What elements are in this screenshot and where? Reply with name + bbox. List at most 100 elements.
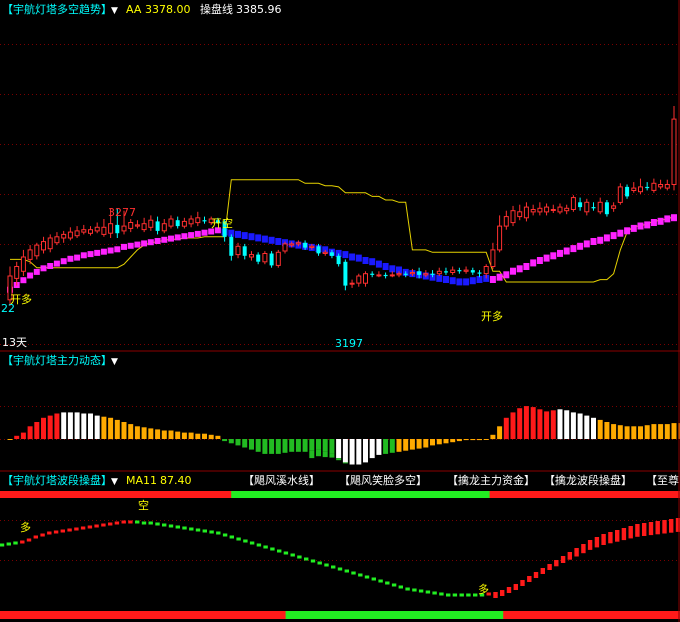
top-status-segment	[312, 491, 321, 498]
magenta-step	[74, 254, 81, 261]
days-label: 13天	[2, 336, 27, 349]
magenta-step	[188, 232, 195, 239]
force-bar	[664, 424, 670, 439]
top-status-segment	[455, 491, 463, 498]
bottom-status-segment	[244, 611, 253, 619]
candle-body	[664, 184, 670, 189]
magenta-step	[134, 241, 141, 248]
wave-step	[527, 576, 532, 582]
panel2-dropdown-icon[interactable]: ▼	[111, 357, 118, 367]
magenta-step	[127, 242, 134, 249]
bottom-status-segment	[204, 611, 212, 619]
blue-step	[469, 277, 476, 285]
bottom-status-segment	[557, 611, 565, 619]
magenta-step	[67, 255, 74, 262]
top-status-segment	[292, 491, 300, 498]
candle-body	[370, 273, 375, 275]
blue-step	[355, 254, 362, 262]
wave-step	[94, 524, 99, 528]
wave-step	[202, 529, 207, 533]
wave-step	[6, 542, 11, 546]
wave-step	[67, 528, 72, 532]
wave-step	[283, 551, 289, 555]
magenta-step	[637, 222, 644, 230]
top-status-segment	[6, 491, 15, 498]
bottom-status-segment	[95, 611, 103, 619]
bottom-status-segment	[54, 611, 62, 619]
wave-step	[446, 593, 451, 597]
candle-body	[343, 261, 348, 286]
force-bar	[477, 439, 482, 441]
panel2-title[interactable]: 【宇航灯塔主力动态】	[2, 353, 112, 367]
candle-body	[423, 273, 429, 276]
magenta-step	[530, 259, 537, 267]
wave-step	[621, 528, 627, 541]
wave-step	[135, 520, 140, 524]
panel1-dropdown-icon[interactable]: ▼	[111, 6, 118, 16]
force-bar	[228, 439, 234, 444]
wave-step	[0, 543, 5, 547]
bottom-status-segment	[306, 611, 314, 619]
force-bar	[376, 439, 382, 455]
panel3-title[interactable]: 【宇航灯塔波段操盘】	[2, 473, 112, 487]
candle-body	[503, 216, 509, 227]
force-bar	[483, 439, 489, 440]
candle-body	[578, 202, 583, 208]
wave-step	[533, 572, 539, 578]
panel1-title[interactable]: 【宇航灯塔多空趋势】	[2, 2, 112, 16]
bottom-status-segment	[238, 611, 246, 619]
candle-body	[611, 205, 617, 209]
top-status-segment	[659, 491, 667, 498]
top-status-segment	[360, 491, 368, 498]
top-status-segment	[530, 491, 538, 498]
force-bar	[430, 439, 435, 446]
wave-step	[270, 547, 275, 551]
tab-zhuli[interactable]: 【擒龙主力资金】	[447, 473, 535, 487]
wave-step	[628, 526, 633, 539]
bottom-status-segment	[102, 611, 110, 619]
top-status-segment	[340, 491, 348, 498]
wave-step	[263, 545, 268, 549]
magenta-step	[617, 229, 624, 237]
tab-xiaolian[interactable]: 【飓风笑脸多空】	[339, 473, 427, 487]
wave-step	[60, 529, 65, 533]
candle-body	[550, 209, 556, 211]
bottom-status-segment	[251, 611, 259, 619]
top-status-segment	[197, 491, 205, 498]
candle-body	[34, 244, 40, 257]
top-status-segment	[380, 491, 389, 498]
top-status-segment	[557, 491, 565, 498]
top-status-segment	[136, 491, 144, 498]
bottom-status-segment	[462, 611, 470, 619]
candle-body	[510, 210, 516, 224]
top-status-segment	[319, 491, 327, 498]
candle-body	[376, 274, 382, 277]
force-bar	[329, 439, 335, 454]
bottom-status-segment	[27, 611, 35, 619]
tab-zhizun[interactable]: 【至尊	[646, 473, 679, 487]
panel3-dropdown-icon[interactable]: ▼	[111, 477, 118, 487]
candle-body	[81, 229, 87, 233]
wave-step	[587, 540, 593, 550]
candle-body	[269, 253, 274, 266]
force-bar	[611, 424, 617, 439]
tab-boduan[interactable]: 【擒龙波段操盘】	[544, 473, 632, 487]
magenta-step	[161, 236, 168, 243]
wave-step	[385, 581, 390, 585]
force-bar	[456, 439, 462, 442]
magenta-step	[570, 245, 577, 253]
candle-body	[282, 243, 288, 252]
wave-step	[128, 520, 133, 524]
wave-step	[601, 534, 606, 545]
top-status-segment	[571, 491, 579, 498]
magenta-step	[174, 234, 181, 241]
candle-body	[61, 233, 67, 239]
magenta-step	[121, 243, 127, 250]
candle-body	[430, 273, 435, 275]
candle-body	[141, 223, 147, 231]
wave-step	[615, 530, 620, 542]
top-status-segment	[285, 491, 293, 498]
candle-body	[316, 246, 321, 254]
candle-body	[161, 223, 167, 232]
tab-xishui[interactable]: 【飓风溪水线】	[243, 473, 320, 487]
